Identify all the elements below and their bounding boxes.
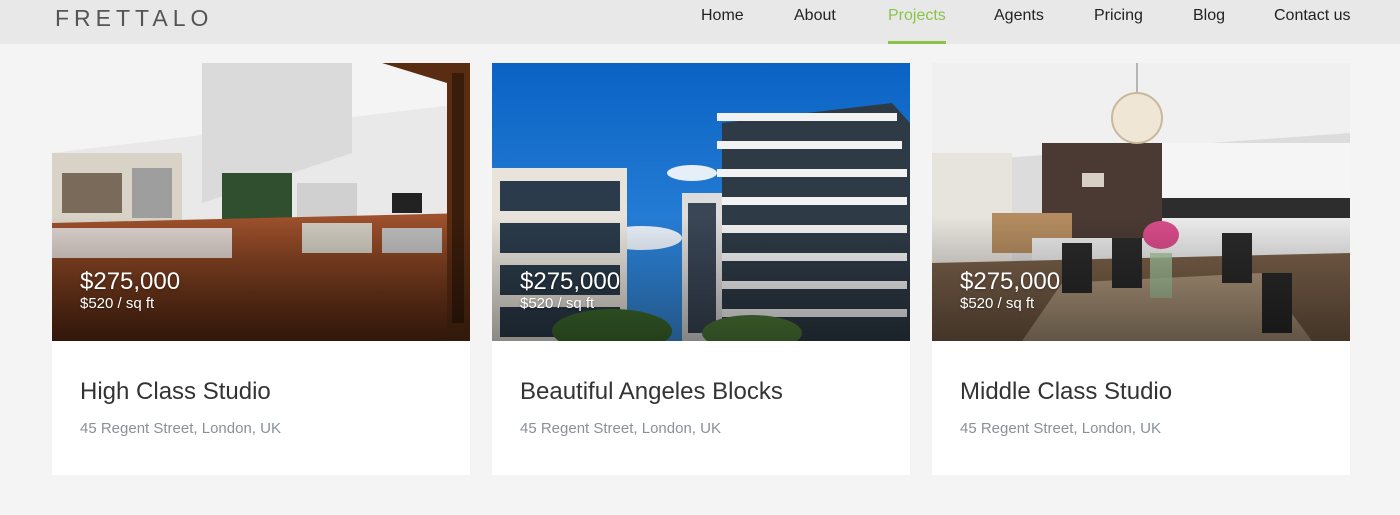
nav-link-agents[interactable]: Agents (994, 7, 1044, 25)
listing-price-per-sqft: $520 / sq ft (520, 295, 595, 312)
listing-title[interactable]: High Class Studio (80, 377, 271, 407)
listing-card[interactable]: $275,000 $520 / sq ft High Class Studio … (52, 63, 470, 475)
listing-price-per-sqft: $520 / sq ft (80, 295, 155, 312)
nav-link-home[interactable]: Home (701, 7, 744, 25)
listing-card[interactable]: $275,000 $520 / sq ft Middle Class Studi… (932, 63, 1350, 475)
nav-link-about[interactable]: About (794, 7, 836, 25)
interior-living-room-photo[interactable]: $275,000 $520 / sq ft (52, 63, 470, 341)
listing-address: 45 Regent Street, London, UK (520, 420, 721, 437)
listing-price: $275,000 (520, 268, 621, 295)
nav-link-blog[interactable]: Blog (1193, 7, 1225, 25)
listing-address: 45 Regent Street, London, UK (960, 420, 1161, 437)
nav-link-pricing[interactable]: Pricing (1094, 7, 1143, 25)
listing-price: $275,000 (80, 268, 181, 295)
listing-card[interactable]: $275,000 $520 / sq ft Beautiful Angeles … (492, 63, 910, 475)
nav-link-projects[interactable]: Projects (888, 7, 946, 25)
top-navbar: FRETTALO Home About Projects Agents Pric… (0, 0, 1400, 44)
site-logo[interactable]: FRETTALO (55, 5, 213, 32)
nav-link-contact[interactable]: Contact us (1274, 7, 1350, 25)
listing-price: $275,000 (960, 268, 1061, 295)
active-nav-indicator (888, 41, 946, 44)
dining-kitchen-photo[interactable]: $275,000 $520 / sq ft (932, 63, 1350, 341)
apartment-buildings-photo[interactable]: $275,000 $520 / sq ft (492, 63, 910, 341)
listing-address: 45 Regent Street, London, UK (80, 420, 281, 437)
listing-price-per-sqft: $520 / sq ft (960, 295, 1035, 312)
listing-title[interactable]: Middle Class Studio (960, 377, 1172, 407)
listing-title[interactable]: Beautiful Angeles Blocks (520, 377, 783, 407)
